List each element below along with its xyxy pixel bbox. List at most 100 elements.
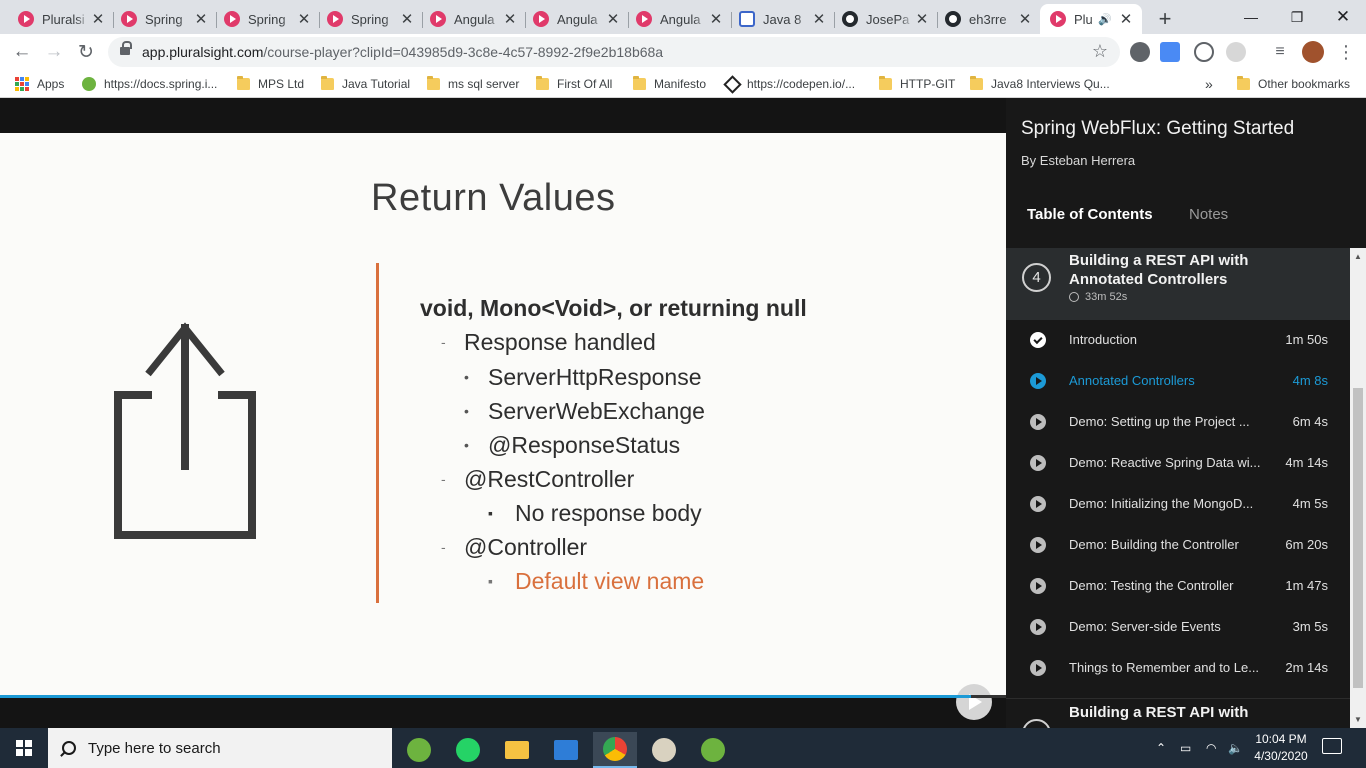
speaker-icon[interactable]: 🔊 xyxy=(1098,13,1112,26)
clip-item[interactable]: Things to Remember and to Le... 2m 14s xyxy=(1006,647,1350,688)
bookmark-folder[interactable]: Java Tutorial xyxy=(321,75,410,93)
reading-list-icon[interactable]: ≡ xyxy=(1268,40,1292,64)
accent-bar xyxy=(376,263,379,603)
bookmark-star-icon[interactable]: ☆ xyxy=(1092,41,1108,62)
tab-notes[interactable]: Notes xyxy=(1189,206,1228,223)
bookmark-link[interactable]: https://docs.spring.i... xyxy=(82,75,217,93)
reload-button[interactable]: ↻ xyxy=(74,40,98,64)
start-button[interactable] xyxy=(0,728,48,768)
extension-icon[interactable] xyxy=(1194,42,1214,62)
browser-tab[interactable]: Pluralsi ✕ xyxy=(8,4,114,34)
tab-title: Java 8 xyxy=(763,11,802,27)
tab-title: Angula xyxy=(454,11,495,27)
new-tab-button[interactable]: + xyxy=(1154,6,1176,32)
close-icon[interactable]: ✕ xyxy=(1118,10,1134,28)
close-icon[interactable]: ✕ xyxy=(605,10,621,28)
video-player[interactable]: Return Values void, Mono<Void>, or retur… xyxy=(0,98,1006,728)
clip-item[interactable]: Introduction 1m 50s xyxy=(1006,319,1350,360)
battery-icon[interactable]: ▭ xyxy=(1180,728,1191,768)
browser-tab[interactable]: eh3rre ✕ xyxy=(935,4,1041,34)
tab-title: Angula xyxy=(557,11,598,27)
clip-item-current[interactable]: Annotated Controllers 4m 8s xyxy=(1006,360,1350,401)
taskbar-app-spring[interactable] xyxy=(397,732,441,768)
notification-icon[interactable] xyxy=(1322,738,1342,754)
bookmark-folder[interactable]: First Of All xyxy=(536,75,612,93)
browser-toolbar: ← → ↻ app.pluralsight.com/course-player?… xyxy=(0,34,1366,70)
close-icon[interactable]: ✕ xyxy=(708,10,724,28)
extension-icon[interactable] xyxy=(1226,42,1246,62)
bookmark-folder[interactable]: Manifesto xyxy=(633,75,706,93)
browser-tab[interactable]: Spring ✕ xyxy=(317,4,423,34)
bookmark-folder[interactable]: MPS Ltd xyxy=(237,75,304,93)
clip-item[interactable]: Demo: Building the Controller 6m 20s xyxy=(1006,524,1350,565)
bookmarks-overflow-button[interactable]: » xyxy=(1205,75,1213,93)
module-header[interactable]: 4 Building a REST API with Annotated Con… xyxy=(1006,248,1350,320)
close-icon[interactable]: ✕ xyxy=(1017,10,1033,28)
folder-icon xyxy=(321,76,334,90)
close-icon[interactable]: ✕ xyxy=(399,10,415,28)
scrollbar-thumb[interactable] xyxy=(1353,388,1363,688)
other-bookmarks[interactable]: Other bookmarks xyxy=(1237,75,1350,93)
clip-item[interactable]: Demo: Server-side Events 3m 5s xyxy=(1006,606,1350,647)
browser-tab[interactable]: Java 8 ✕ xyxy=(729,4,835,34)
browser-tab-active[interactable]: Plu 🔊 ✕ xyxy=(1040,4,1142,34)
close-icon[interactable]: ✕ xyxy=(193,10,209,28)
close-icon[interactable]: ✕ xyxy=(502,10,518,28)
bookmark-folder[interactable]: HTTP-GIT xyxy=(879,75,955,93)
browser-tab[interactable]: Angula ✕ xyxy=(523,4,629,34)
play-icon[interactable] xyxy=(956,684,992,720)
pluralsight-icon xyxy=(1050,11,1066,27)
module-header-next[interactable]: 5 Building a REST API with xyxy=(1006,698,1350,728)
bookmark-link[interactable]: https://codepen.io/... xyxy=(723,74,855,94)
taskbar-app-whatsapp[interactable] xyxy=(446,732,490,768)
taskbar-search[interactable]: Type here to search xyxy=(48,728,392,768)
browser-tab[interactable]: Angula ✕ xyxy=(420,4,526,34)
clip-item[interactable]: Demo: Testing the Controller 1m 47s xyxy=(1006,565,1350,606)
tray-overflow-icon[interactable]: ⌃ xyxy=(1156,728,1166,768)
maximize-button[interactable]: ❐ xyxy=(1274,0,1320,34)
browser-tab[interactable]: Spring ✕ xyxy=(111,4,217,34)
close-icon[interactable]: ✕ xyxy=(811,10,827,28)
bookmark-apps[interactable]: Apps xyxy=(15,75,64,93)
forward-button[interactable]: → xyxy=(42,40,66,64)
address-bar[interactable]: app.pluralsight.com/course-player?clipId… xyxy=(108,37,1120,67)
sidebar-scrollbar[interactable]: ▲ ▼ xyxy=(1350,248,1366,728)
browser-tab[interactable]: JosePa ✕ xyxy=(832,4,938,34)
taskbar-app-photos[interactable] xyxy=(544,732,588,768)
clip-item[interactable]: Demo: Setting up the Project ... 6m 4s xyxy=(1006,401,1350,442)
browser-tab[interactable]: Angula ✕ xyxy=(626,4,732,34)
windows-logo-icon xyxy=(16,740,32,756)
scroll-down-icon[interactable]: ▼ xyxy=(1354,715,1362,724)
clip-item[interactable]: Demo: Reactive Spring Data wi... 4m 14s xyxy=(1006,442,1350,483)
bookmark-folder[interactable]: ms sql server xyxy=(427,75,519,93)
close-window-button[interactable]: ✕ xyxy=(1320,0,1366,34)
scroll-up-icon[interactable]: ▲ xyxy=(1354,252,1362,261)
menu-icon[interactable]: ⋮ xyxy=(1334,40,1358,64)
tab-title: eh3rre xyxy=(969,11,1007,27)
folder-icon xyxy=(633,76,646,90)
close-icon[interactable]: ✕ xyxy=(296,10,312,28)
wifi-icon[interactable]: ◠ xyxy=(1206,728,1216,768)
minimize-button[interactable]: — xyxy=(1228,0,1274,34)
taskbar-app-chrome[interactable] xyxy=(593,732,637,768)
pluralsight-icon xyxy=(533,11,549,27)
taskbar-clock[interactable]: 10:04 PM 4/30/2020 xyxy=(1248,731,1314,765)
close-icon[interactable]: ✕ xyxy=(90,10,106,28)
translate-icon[interactable] xyxy=(1160,42,1180,62)
tab-table-of-contents[interactable]: Table of Contents xyxy=(1027,206,1153,223)
slide-bullet: - Response handled xyxy=(441,329,656,355)
bookmark-folder[interactable]: Java8 Interviews Qu... xyxy=(970,75,1110,93)
volume-icon[interactable]: 🔈 xyxy=(1228,728,1243,768)
taskbar-app-explorer[interactable] xyxy=(495,732,539,768)
avatar[interactable] xyxy=(1302,41,1324,63)
folder-icon xyxy=(505,741,529,759)
extension-icon[interactable] xyxy=(1130,42,1150,62)
taskbar-app-paint[interactable] xyxy=(642,732,686,768)
back-button[interactable]: ← xyxy=(10,40,34,64)
taskbar-app-spring-tool[interactable] xyxy=(691,732,735,768)
clip-item[interactable]: Demo: Initializing the MongoD... 4m 5s xyxy=(1006,483,1350,524)
close-icon[interactable]: ✕ xyxy=(914,10,930,28)
github-icon xyxy=(945,11,961,27)
browser-tab[interactable]: Spring ✕ xyxy=(214,4,320,34)
tab-title: Plu xyxy=(1074,11,1093,27)
